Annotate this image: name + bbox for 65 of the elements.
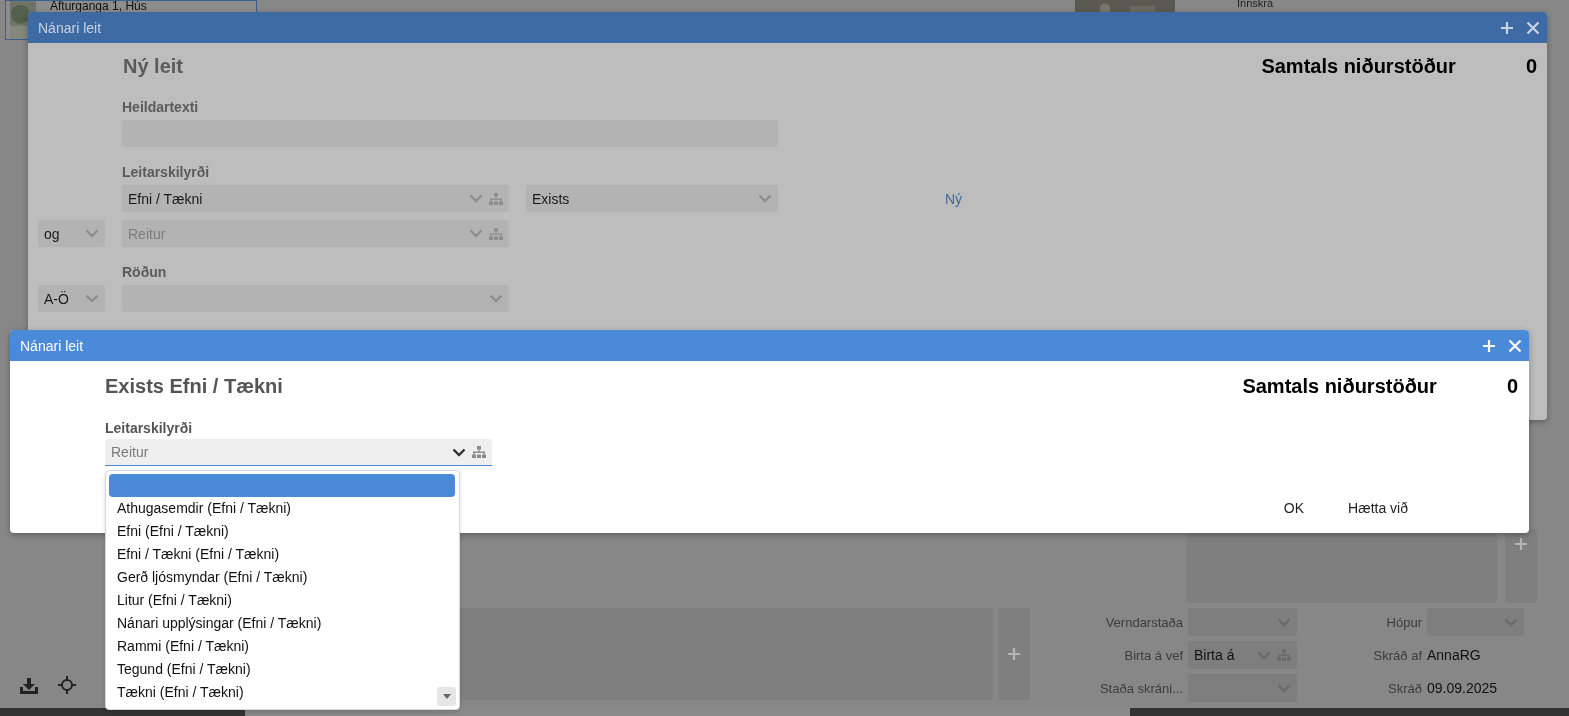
field-label: Heildartexti xyxy=(122,99,199,115)
dropdown-option[interactable]: Litur (Efni / Tækni) xyxy=(109,589,434,612)
field-select[interactable]: Reitur xyxy=(105,439,492,466)
chevron-down-icon xyxy=(85,294,99,303)
dropdown-option[interactable]: Rammi (Efni / Tækni) xyxy=(109,635,434,658)
dialog-heading: Exists Efni / Tækni xyxy=(105,375,283,398)
scroll-down-button[interactable] xyxy=(437,687,456,706)
field-label: Leitarskilyrði xyxy=(105,420,194,436)
hierarchy-icon xyxy=(489,192,503,205)
download-button[interactable] xyxy=(20,678,38,694)
field-label: Skráð xyxy=(1388,680,1422,696)
field-label: Hópur xyxy=(1386,614,1422,630)
close-icon xyxy=(1508,338,1522,353)
chevron-down-icon xyxy=(469,229,483,238)
sort-order-select[interactable]: A-Ö xyxy=(38,285,105,312)
chevron-down-icon xyxy=(469,194,483,203)
triangle-down-icon xyxy=(442,694,451,699)
sort-field-select[interactable] xyxy=(122,285,509,312)
results-count: 0 xyxy=(1506,375,1518,398)
chevron-down-icon xyxy=(758,194,772,203)
crosshair-icon xyxy=(58,676,76,694)
field-value: AnnaRG xyxy=(1427,647,1482,663)
dropdown-option[interactable]: Gerð ljósmyndar (Efni / Tækni) xyxy=(109,566,434,589)
dialog-heading: Ný leit xyxy=(123,55,184,77)
select-field[interactable] xyxy=(1427,608,1524,636)
select-field[interactable]: Birta á xyxy=(1188,641,1297,669)
field-label: Staða skráni... xyxy=(1098,680,1183,696)
operator-select[interactable]: Exists xyxy=(526,185,778,212)
field-label: Skráð af xyxy=(1373,647,1422,663)
dropdown-option[interactable]: Nánari upplýsingar (Efni / Tækni) xyxy=(109,612,434,635)
plus-icon xyxy=(1482,338,1496,353)
chevron-down-icon xyxy=(85,229,99,238)
select-field[interactable] xyxy=(1188,608,1297,636)
results-label: Samtals niðurstöður xyxy=(1242,375,1437,398)
chevron-down-icon xyxy=(452,447,466,457)
close-button[interactable] xyxy=(1525,19,1541,36)
field-label: Birta á vef xyxy=(1123,647,1183,663)
field-select[interactable]: Efni / Tækni xyxy=(122,185,509,212)
dialog-title: Nánari leit xyxy=(38,19,102,36)
field-label: Verndarstaða xyxy=(1104,614,1183,630)
dropdown-option[interactable]: Tækni (Efni / Tækni) xyxy=(109,681,434,704)
close-icon xyxy=(1526,20,1540,35)
field-label: Röðun xyxy=(122,264,167,280)
dropdown-option[interactable]: Athugasemdir (Efni / Tækni) xyxy=(109,497,434,520)
hierarchy-icon xyxy=(489,227,503,240)
dialog-title: Nánari leit xyxy=(20,337,84,354)
plus-icon xyxy=(1007,647,1021,661)
select-field[interactable] xyxy=(1188,674,1297,702)
plus-icon xyxy=(1500,20,1514,35)
record-title: Afturganga 1, Hús xyxy=(49,0,147,12)
dropdown-option[interactable]: Efni (Efni / Tækni) xyxy=(109,520,434,543)
add-button[interactable] xyxy=(1499,19,1515,36)
field-label: Leitarskilyrði xyxy=(122,164,210,180)
crosshair-button[interactable] xyxy=(58,676,76,694)
field-value: 09.09.2025 xyxy=(1427,680,1499,696)
dropdown-option[interactable]: Tegund (Efni / Tækni) xyxy=(109,658,434,681)
results-label: Samtals niðurstöður xyxy=(1261,55,1456,78)
hierarchy-icon xyxy=(472,446,486,458)
dropdown-option[interactable]: Efni / Tækni (Efni / Tækni) xyxy=(109,543,434,566)
results-count: 0 xyxy=(1525,55,1537,78)
connector-select[interactable]: og xyxy=(38,220,105,247)
chevron-down-icon xyxy=(489,294,503,303)
plus-icon xyxy=(1514,537,1528,551)
add-button[interactable] xyxy=(1505,529,1537,603)
download-icon xyxy=(20,678,38,694)
